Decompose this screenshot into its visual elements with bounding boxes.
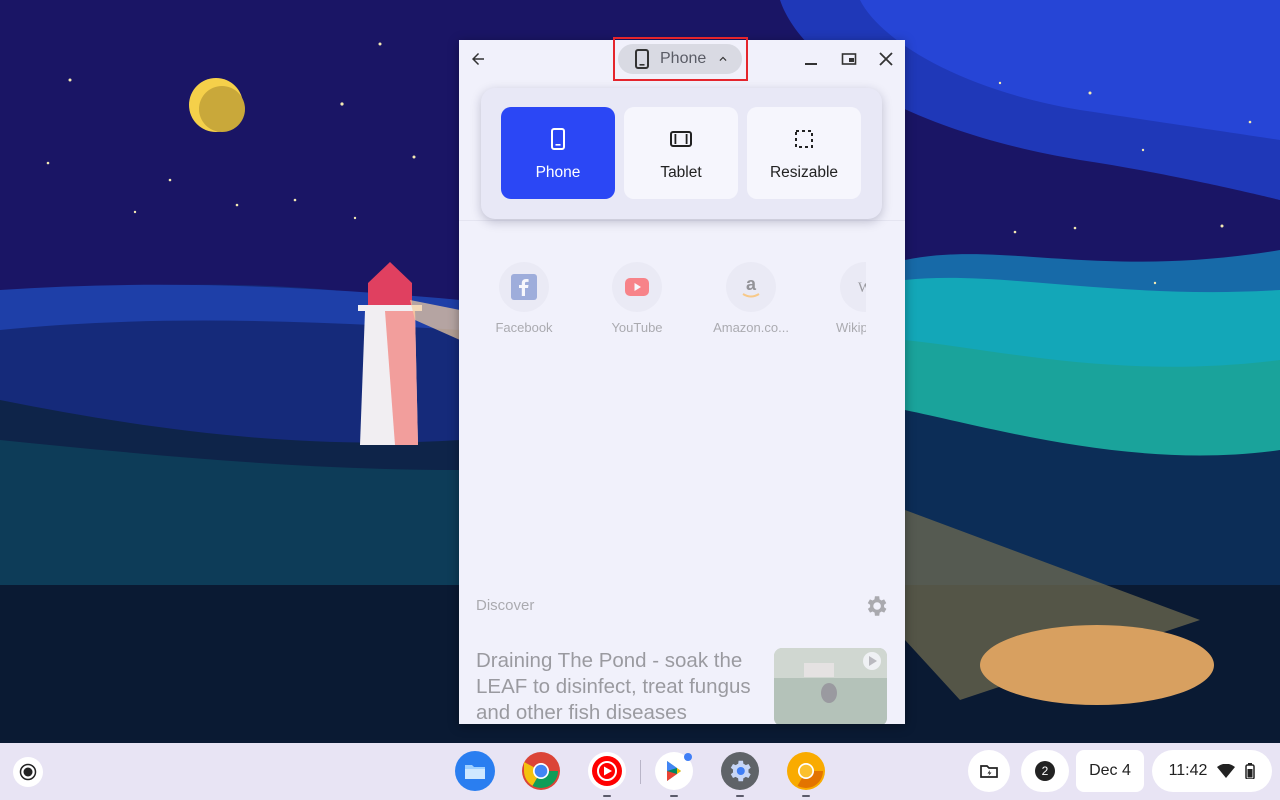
close-icon [879,52,893,66]
back-button[interactable] [463,44,493,74]
battery-icon [1245,763,1256,779]
phone-icon [551,128,565,150]
article-thumbnail[interactable] [774,648,887,724]
amazon-icon: a [726,262,776,312]
maximize-button[interactable] [834,44,864,74]
shortcut-wikipedia[interactable]: W Wikip [820,262,866,335]
shortcut-youtube[interactable]: YouTube [592,262,682,335]
shortcut-label: Wikip [836,320,866,335]
size-option-label: Tablet [660,164,702,181]
svg-text:W: W [858,280,866,296]
window-titlebar: Phone [459,40,905,78]
chrome-app-icon[interactable] [521,751,561,791]
phone-icon [635,49,649,69]
youtube-icon [612,262,662,312]
settings-app-icon[interactable] [720,751,760,791]
window-size-menu: Phone Tablet Resizable [481,88,882,219]
date-label: Dec 4 [1089,762,1131,779]
size-option-tablet[interactable]: Tablet [624,107,738,199]
wifi-icon [1217,764,1236,778]
date-tray-button[interactable]: Dec 4 [1076,750,1144,792]
resize-window-icon [841,53,857,65]
size-option-label: Phone [535,164,581,181]
close-button[interactable] [871,44,901,74]
shortcut-label: Facebook [495,320,553,335]
size-mode-label: Phone [660,50,707,67]
window-size-dropdown[interactable]: Phone [618,44,742,74]
back-arrow-icon [472,53,484,65]
launcher-icon [19,763,37,781]
running-indicator [603,795,611,797]
play-store-app-icon[interactable] [654,751,694,791]
launcher-button[interactable] [13,757,43,787]
shortcut-facebook[interactable]: Facebook [479,262,569,335]
running-indicator [802,795,810,797]
facebook-icon [499,262,549,312]
holding-space-button[interactable] [968,750,1010,792]
shortcut-amazon[interactable]: a Amazon.co... [706,262,796,335]
shelf-divider [640,760,641,784]
youtube-music-app-icon[interactable] [587,751,627,791]
time-label: 11:42 [1168,762,1208,779]
shelf: 2 Dec 4 11:42 [0,743,1280,800]
wikipedia-icon: W [840,262,866,312]
running-indicator [670,795,678,797]
size-option-phone[interactable]: Phone [501,107,615,199]
chrome-canary-app-icon[interactable] [786,751,826,791]
size-option-resizable[interactable]: Resizable [747,107,861,199]
divider [459,220,905,221]
article-title[interactable]: Draining The Pond - soak the LEAF to dis… [476,648,756,724]
minimize-button[interactable] [796,44,826,74]
status-area-button[interactable]: 11:42 [1152,750,1272,792]
minimize-icon [805,63,817,65]
files-app-icon[interactable] [455,751,495,791]
tablet-icon [670,131,692,147]
notification-tray-button[interactable]: 2 [1021,750,1069,792]
svg-text:a: a [746,274,757,294]
running-indicator [736,795,744,797]
discover-label: Discover [476,597,535,614]
holding-space-icon [980,765,998,778]
size-option-label: Resizable [769,164,839,181]
shortcut-label: YouTube [611,320,663,335]
discover-settings-icon[interactable] [863,593,889,619]
shortcut-label: Amazon.co... [713,320,789,335]
chevron-up-icon [719,56,727,61]
resizable-icon [795,130,813,148]
notification-count-badge: 2 [1035,761,1055,781]
